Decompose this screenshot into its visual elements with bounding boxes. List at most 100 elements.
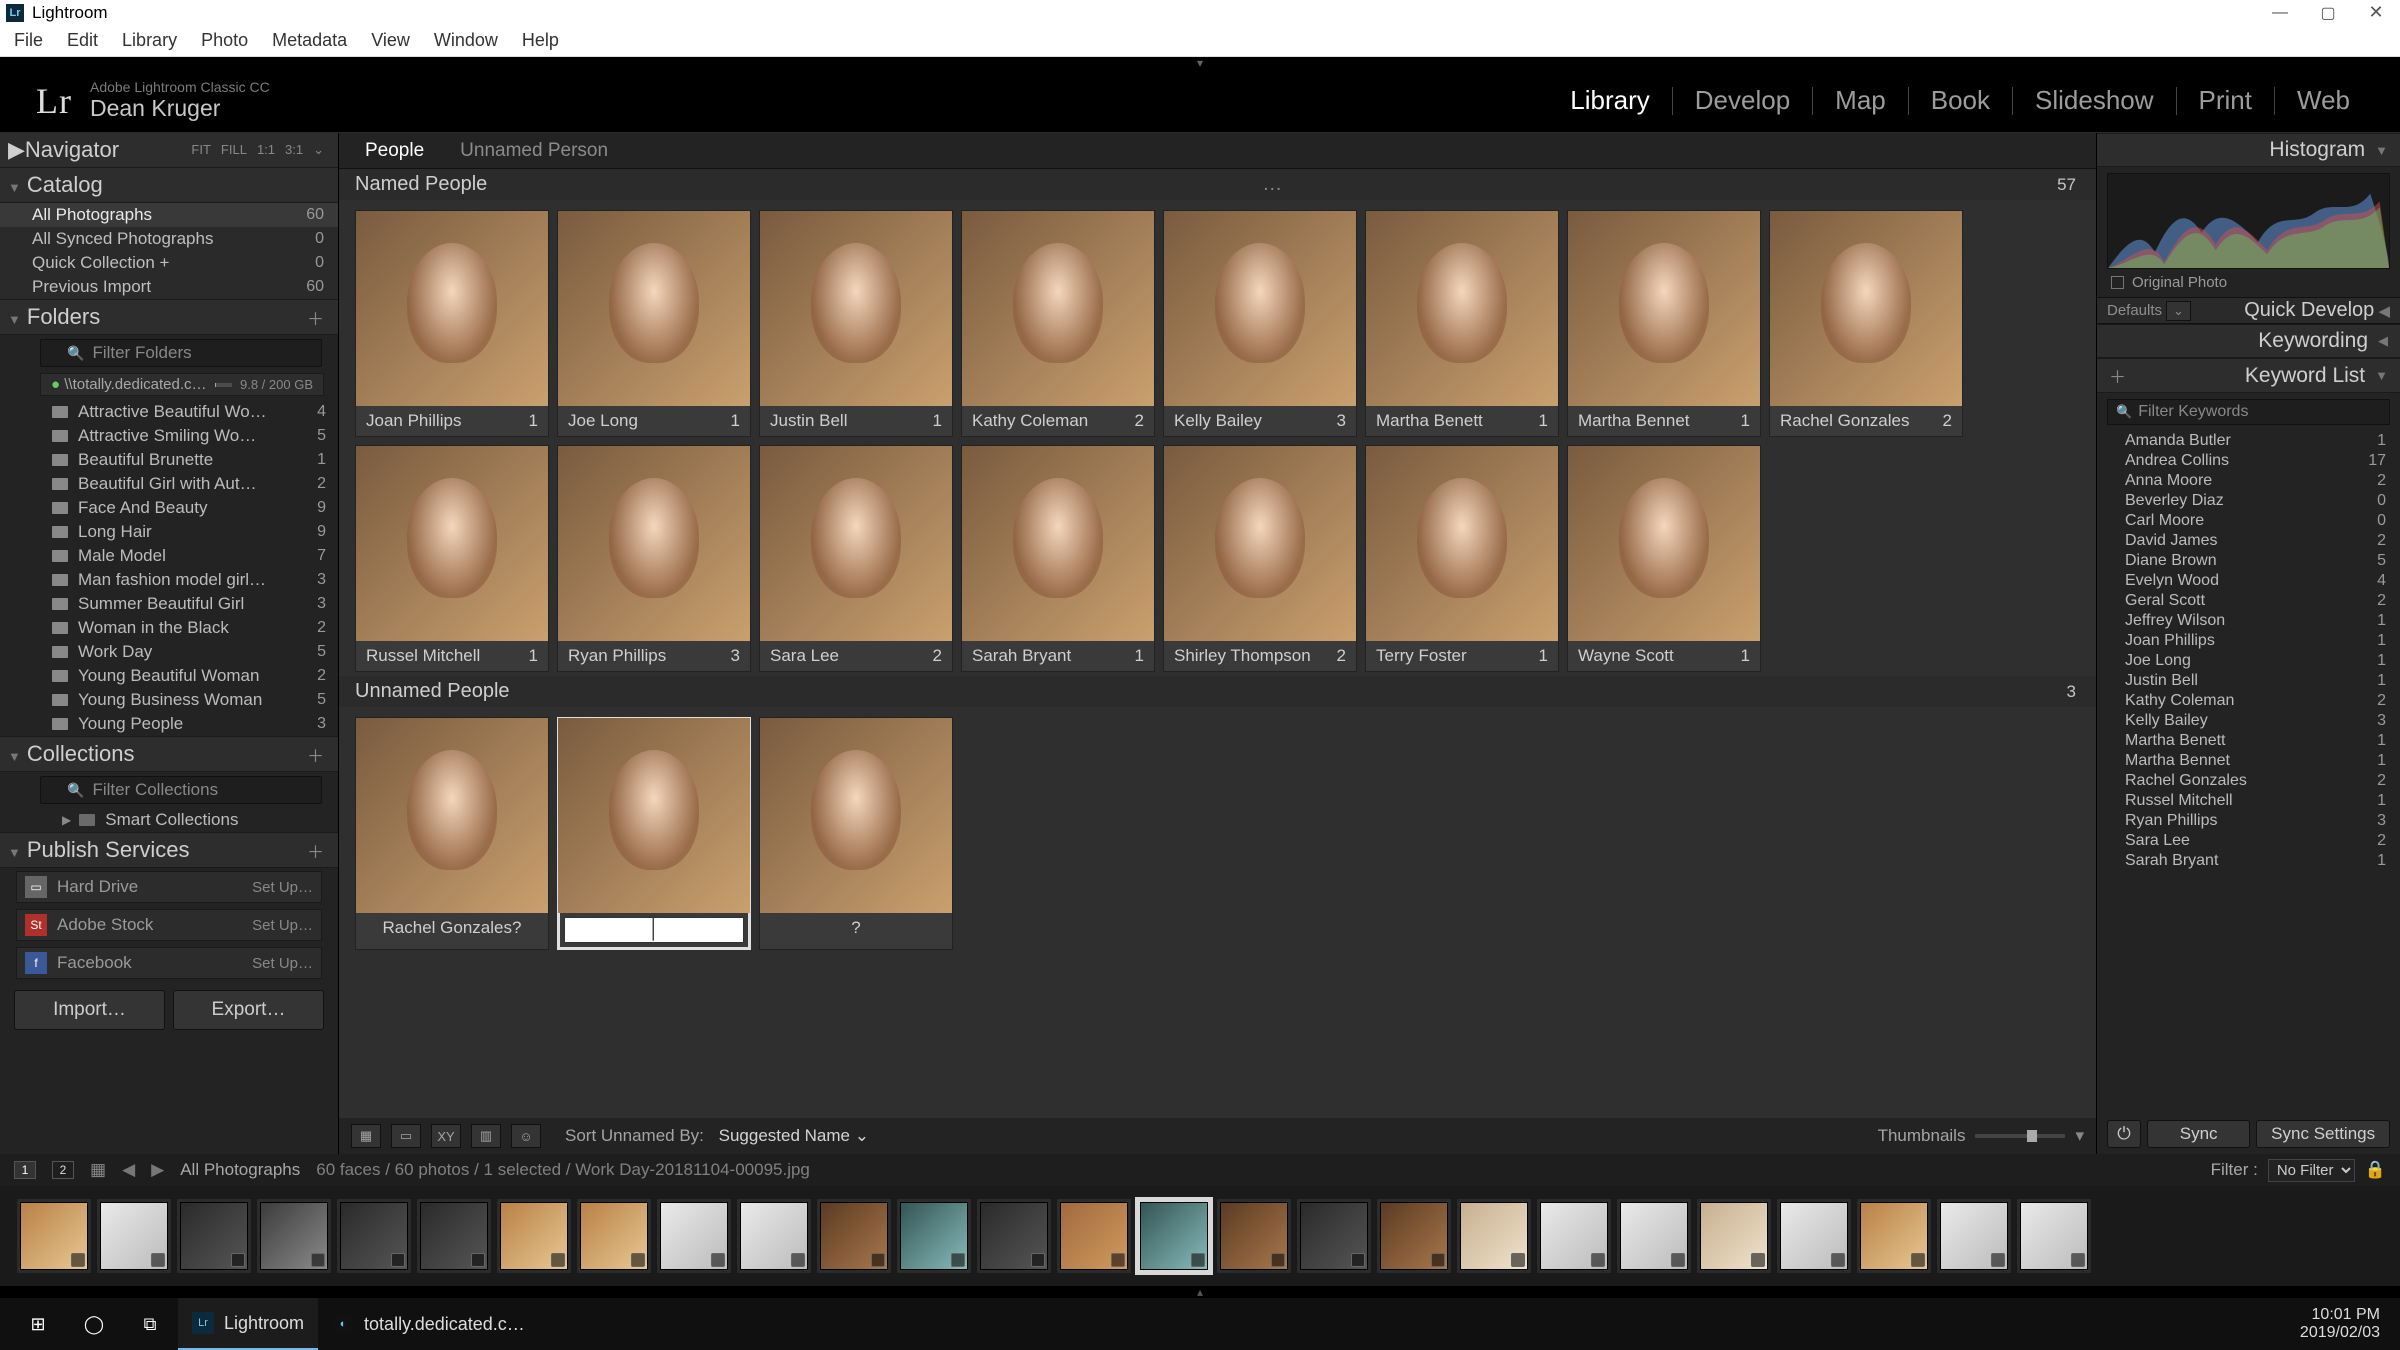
folder-row[interactable]: Face And Beauty9	[0, 496, 338, 520]
filmstrip-thumbnail[interactable]	[20, 1202, 88, 1270]
person-cell[interactable]: Kelly Bailey3	[1163, 210, 1357, 437]
publish-harddrive[interactable]: ▭Hard DriveSet Up…	[16, 871, 322, 903]
menu-library[interactable]: Library	[122, 30, 177, 51]
drive-row[interactable]: ● \\totally.dedicated.c…9.8 / 200 GB	[40, 373, 324, 396]
name-suggestion[interactable]: ?	[760, 913, 952, 943]
filmstrip-thumbnail[interactable]	[900, 1202, 968, 1270]
keyword-row[interactable]: Amanda Butler1	[2097, 431, 2400, 451]
cortana-button[interactable]: ◯	[66, 1298, 122, 1350]
name-suggestion[interactable]: Rachel Gonzales?	[356, 913, 548, 943]
filmstrip-thumbnail[interactable]	[820, 1202, 888, 1270]
person-cell[interactable]: Joe Long1	[557, 210, 751, 437]
filmstrip-thumbnail[interactable]	[100, 1202, 168, 1270]
second-screen-button[interactable]: 2	[52, 1161, 74, 1179]
person-cell[interactable]: Martha Bennet1	[1567, 210, 1761, 437]
filmstrip-thumbnail[interactable]	[1860, 1202, 1928, 1270]
add-publish-icon[interactable]: ＋	[307, 838, 324, 863]
keyword-row[interactable]: Joe Long1	[2097, 651, 2400, 671]
add-keyword-icon[interactable]: ＋	[2109, 363, 2126, 388]
folder-row[interactable]: Man fashion model girl…3	[0, 568, 338, 592]
person-cell[interactable]: Martha Benett1	[1365, 210, 1559, 437]
add-collection-icon[interactable]: ＋	[307, 742, 324, 767]
keyword-row[interactable]: Joan Phillips1	[2097, 631, 2400, 651]
folder-row[interactable]: Long Hair9	[0, 520, 338, 544]
module-library[interactable]: Library	[1548, 85, 1671, 116]
folder-row[interactable]: Summer Beautiful Girl3	[0, 592, 338, 616]
top-panel-toggle-icon[interactable]: ▾	[0, 57, 2400, 69]
chevron-down-icon[interactable]: ▾	[2075, 1126, 2084, 1146]
sync-toggle-button[interactable]: ⏻	[2107, 1120, 2141, 1148]
publish-stock[interactable]: StAdobe StockSet Up…	[16, 909, 322, 941]
view-compare-button[interactable]: XY	[431, 1124, 461, 1148]
filmstrip-thumbnail[interactable]	[580, 1202, 648, 1270]
keyword-row[interactable]: Ryan Phillips3	[2097, 811, 2400, 831]
keyword-row[interactable]: Geral Scott2	[2097, 591, 2400, 611]
catalog-item-prev[interactable]: Previous Import60	[0, 275, 338, 299]
taskbar-app-lightroom[interactable]: LrLightroom	[178, 1298, 318, 1350]
folder-row[interactable]: Woman in the Black2	[0, 616, 338, 640]
folder-row[interactable]: Attractive Beautiful Wo…4	[0, 400, 338, 424]
export-button[interactable]: Export…	[173, 990, 324, 1030]
unnamed-person-cell[interactable]: ?	[759, 717, 953, 950]
module-map[interactable]: Map	[1813, 85, 1908, 116]
nav-back-icon[interactable]: ◀	[122, 1160, 135, 1180]
taskview-button[interactable]: ⧉	[122, 1298, 178, 1350]
folder-row[interactable]: Young Business Woman5	[0, 688, 338, 712]
filmstrip-thumbnail[interactable]	[420, 1202, 488, 1270]
person-cell[interactable]: Sarah Bryant1	[961, 445, 1155, 672]
smart-collections[interactable]: ▶Smart Collections	[0, 808, 338, 832]
keyword-row[interactable]: Sara Lee2	[2097, 831, 2400, 851]
person-cell[interactable]: Wayne Scott1	[1567, 445, 1761, 672]
system-clock[interactable]: 10:01 PM2019/02/03	[2300, 1306, 2390, 1342]
keyword-row[interactable]: Beverley Diaz0	[2097, 491, 2400, 511]
person-cell[interactable]: Sara Lee2	[759, 445, 953, 672]
keyword-row[interactable]: Diane Brown5	[2097, 551, 2400, 571]
filmstrip-thumbnail[interactable]	[980, 1202, 1048, 1270]
navigator-header[interactable]: ▶ Navigator FITFILL1:13:1⌄	[0, 133, 338, 167]
menu-file[interactable]: File	[14, 30, 43, 51]
filmstrip-thumbnail[interactable]	[740, 1202, 808, 1270]
filmstrip-thumbnail[interactable]	[500, 1202, 568, 1270]
sync-button[interactable]: Sync	[2147, 1120, 2250, 1148]
thumbnail-size-slider[interactable]	[1975, 1134, 2065, 1138]
module-slideshow[interactable]: Slideshow	[2013, 85, 2176, 116]
menu-photo[interactable]: Photo	[201, 30, 248, 51]
keyword-row[interactable]: Andrea Collins17	[2097, 451, 2400, 471]
navigator-zoom[interactable]: FITFILL1:13:1⌄	[191, 142, 324, 158]
filmstrip-thumbnail[interactable]	[1460, 1202, 1528, 1270]
keyword-row[interactable]: Russel Mitchell1	[2097, 791, 2400, 811]
person-cell[interactable]: Joan Phillips1	[355, 210, 549, 437]
main-screen-button[interactable]: 1	[14, 1161, 36, 1179]
filter-folders-input[interactable]: 🔍Filter Folders	[40, 339, 322, 367]
keyword-row[interactable]: Sarah Bryant1	[2097, 851, 2400, 871]
filmstrip-thumbnail[interactable]	[1620, 1202, 1688, 1270]
folder-row[interactable]: Young Beautiful Woman2	[0, 664, 338, 688]
tab-unnamed[interactable]: Unnamed Person	[460, 140, 608, 162]
person-cell[interactable]: Justin Bell1	[759, 210, 953, 437]
filmstrip-thumbnail[interactable]	[1940, 1202, 2008, 1270]
filter-dropdown[interactable]: No Filter	[2268, 1159, 2355, 1182]
keyword-row[interactable]: Martha Benett1	[2097, 731, 2400, 751]
filmstrip-source[interactable]: All Photographs	[180, 1160, 300, 1180]
filmstrip-thumbnail[interactable]	[1300, 1202, 1368, 1270]
keyword-row[interactable]: Anna Moore2	[2097, 471, 2400, 491]
keyword-row[interactable]: Justin Bell1	[2097, 671, 2400, 691]
menu-metadata[interactable]: Metadata	[272, 30, 347, 51]
person-cell[interactable]: Russel Mitchell1	[355, 445, 549, 672]
add-folder-icon[interactable]: ＋	[307, 305, 324, 330]
module-print[interactable]: Print	[2177, 85, 2274, 116]
filmstrip-thumbnail[interactable]	[1780, 1202, 1848, 1270]
import-button[interactable]: Import…	[14, 990, 165, 1030]
folder-row[interactable]: Young People3	[0, 712, 338, 736]
person-cell[interactable]: Rachel Gonzales2	[1769, 210, 1963, 437]
filmstrip-thumbnail[interactable]	[340, 1202, 408, 1270]
view-people-button[interactable]: ☺	[511, 1124, 541, 1148]
view-loupe-button[interactable]: ▭	[391, 1124, 421, 1148]
keyword-row[interactable]: Carl Moore0	[2097, 511, 2400, 531]
grid-icon[interactable]: ▦	[90, 1160, 106, 1180]
filmstrip-thumbnail[interactable]	[1060, 1202, 1128, 1270]
person-cell[interactable]: Ryan Phillips3	[557, 445, 751, 672]
collections-header[interactable]: ▼Collections ＋	[0, 736, 338, 772]
unnamed-person-cell[interactable]: Rachel Gonzales?	[355, 717, 549, 950]
menu-edit[interactable]: Edit	[67, 30, 98, 51]
